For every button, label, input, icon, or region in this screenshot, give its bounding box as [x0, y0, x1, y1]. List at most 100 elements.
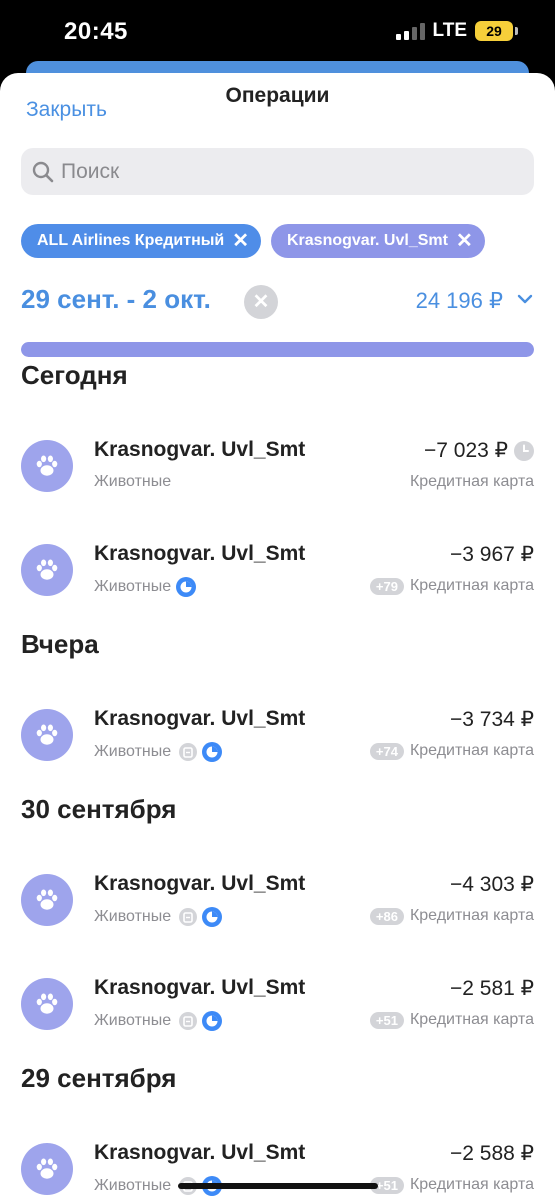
cashback-icon — [179, 1012, 198, 1030]
category-avatar — [21, 1143, 73, 1195]
transaction-account: +51 Кредитная карта — [369, 1011, 534, 1029]
filter-chips: ALL Airlines Кредитный ✕ Krasnogvar. Uvl… — [21, 224, 485, 258]
amount-value: −3 734 ₽ — [449, 708, 534, 731]
signal-icon — [395, 22, 425, 40]
home-indicator — [178, 1183, 378, 1189]
transaction-row[interactable]: Krasnogvar. Uvl_Smt Животные −3 967 ₽ +79 Кр… — [0, 532, 555, 612]
account-label: Кредитная карта — [409, 473, 534, 490]
close-button[interactable]: Закрыть — [26, 98, 107, 122]
amount-value: −2 588 ₽ — [449, 1142, 534, 1165]
transaction-account: +86 Кредитная карта — [369, 907, 534, 925]
remove-filter-icon[interactable]: ✕ — [232, 231, 249, 251]
transaction-row[interactable]: Krasnogvar. Uvl_Smt Животные −4 303 ₽ +86 Кр… — [0, 862, 555, 942]
remove-filter-icon[interactable]: ✕ — [456, 231, 473, 251]
section-date-header: 29 сентября — [21, 1063, 177, 1093]
extra-count-badge: +86 — [369, 907, 404, 925]
transaction-row[interactable]: Krasnogvar. Uvl_Smt Животные −3 734 ₽ +74 Кр… — [0, 697, 555, 777]
category-label: Животные — [94, 908, 172, 925]
paw-icon — [33, 721, 61, 749]
transaction-account: +79 Кредитная карта — [369, 577, 534, 595]
paw-icon — [33, 556, 61, 584]
pending-clock-icon — [514, 440, 534, 461]
account-label: Кредитная карта — [409, 742, 534, 759]
account-label: Кредитная карта — [409, 1011, 534, 1028]
category-avatar — [21, 709, 73, 761]
transaction-category: Животные — [94, 1011, 223, 1031]
extra-count-badge: +79 — [369, 577, 404, 595]
filter-chip-account[interactable]: ALL Airlines Кредитный ✕ — [21, 224, 261, 258]
transaction-category: Животные — [94, 577, 197, 597]
status-time: 20:45 — [64, 18, 128, 45]
amount-value: −7 023 ₽ — [423, 439, 508, 462]
budget-pie-icon — [202, 1011, 223, 1031]
category-label: Животные — [94, 473, 172, 490]
category-label: Животные — [94, 1177, 172, 1194]
transaction-category: Животные — [94, 742, 223, 762]
section-date-header: Сегодня — [21, 360, 128, 390]
transaction-amount: −2 588 ₽ — [450, 1141, 534, 1166]
transaction-amount: −3 734 ₽ — [450, 707, 534, 732]
status-bar: 20:45 LTE 29 — [0, 0, 555, 70]
budget-pie-icon — [202, 742, 223, 762]
transaction-category: Животные — [94, 907, 223, 927]
network-type: LTE — [432, 20, 467, 41]
search-bar[interactable] — [21, 148, 534, 195]
section-date-header: 30 сентября — [21, 794, 177, 824]
transaction-amount: −7 023 ₽ — [424, 438, 534, 463]
spending-progress-bar — [21, 342, 534, 357]
operations-sheet: Операции Закрыть ALL Airlines Кредитный … — [0, 73, 555, 1200]
transaction-name: Krasnogvar. Uvl_Smt — [94, 707, 306, 730]
transaction-name: Krasnogvar. Uvl_Smt — [94, 976, 306, 999]
battery-icon: 29 — [475, 21, 518, 41]
transaction-amount: −3 967 ₽ — [450, 542, 534, 567]
paw-icon — [33, 886, 61, 914]
budget-pie-icon — [176, 577, 197, 597]
category-label: Животные — [94, 1012, 172, 1029]
amount-value: −2 581 ₽ — [449, 977, 534, 1000]
paw-icon — [33, 452, 61, 480]
transaction-account: Кредитная карта — [410, 473, 534, 491]
account-label: Кредитная карта — [409, 907, 534, 924]
status-indicators: LTE 29 — [395, 20, 518, 42]
extra-count-badge: +51 — [369, 1011, 404, 1029]
search-icon — [32, 161, 54, 182]
filter-chip-label: Krasnogvar. Uvl_Smt — [287, 232, 448, 249]
transaction-amount: −4 303 ₽ — [450, 872, 534, 897]
period-total[interactable]: 24 196 ₽ — [416, 288, 503, 314]
transaction-row[interactable]: Krasnogvar. Uvl_Smt Животные −2 581 ₽ +51 Кр… — [0, 966, 555, 1046]
category-label: Животные — [94, 578, 172, 595]
search-input[interactable] — [61, 159, 501, 184]
category-avatar — [21, 978, 73, 1030]
cashback-icon — [179, 743, 198, 761]
category-avatar — [21, 440, 73, 492]
amount-value: −4 303 ₽ — [449, 873, 534, 896]
filter-chip-merchant[interactable]: Krasnogvar. Uvl_Smt ✕ — [271, 224, 485, 258]
category-avatar — [21, 544, 73, 596]
filter-chip-label: ALL Airlines Кредитный — [37, 232, 225, 249]
amount-value: −3 967 ₽ — [449, 543, 534, 566]
clear-period-icon[interactable]: ✕ — [244, 285, 278, 319]
budget-pie-icon — [202, 907, 223, 927]
chevron-down-icon[interactable] — [517, 291, 533, 307]
transaction-row[interactable]: Krasnogvar. Uvl_Smt Животные −7 023 ₽ Креди… — [0, 428, 555, 508]
transaction-name: Krasnogvar. Uvl_Smt — [94, 1141, 306, 1164]
period-label[interactable]: 29 сент. - 2 окт. — [21, 284, 211, 315]
transaction-amount: −2 581 ₽ — [450, 976, 534, 1001]
spending-progress-fill — [21, 342, 534, 357]
paw-icon — [33, 990, 61, 1018]
category-avatar — [21, 874, 73, 926]
transaction-category: Животные — [94, 473, 171, 491]
transaction-name: Krasnogvar. Uvl_Smt — [94, 542, 306, 565]
transaction-name: Krasnogvar. Uvl_Smt — [94, 872, 306, 895]
paw-icon — [33, 1155, 61, 1183]
transaction-name: Krasnogvar. Uvl_Smt — [94, 438, 306, 461]
transaction-account: +74 Кредитная карта — [369, 742, 534, 760]
cashback-icon — [179, 908, 198, 926]
account-label: Кредитная карта — [409, 577, 534, 594]
section-date-header: Вчера — [21, 629, 99, 659]
extra-count-badge: +74 — [369, 742, 404, 760]
transaction-account: +51 Кредитная карта — [369, 1176, 534, 1194]
account-label: Кредитная карта — [409, 1176, 534, 1193]
category-label: Животные — [94, 743, 172, 760]
transaction-row[interactable]: Krasnogvar. Uvl_Smt Животные −2 588 ₽ +51 Кр… — [0, 1131, 555, 1200]
